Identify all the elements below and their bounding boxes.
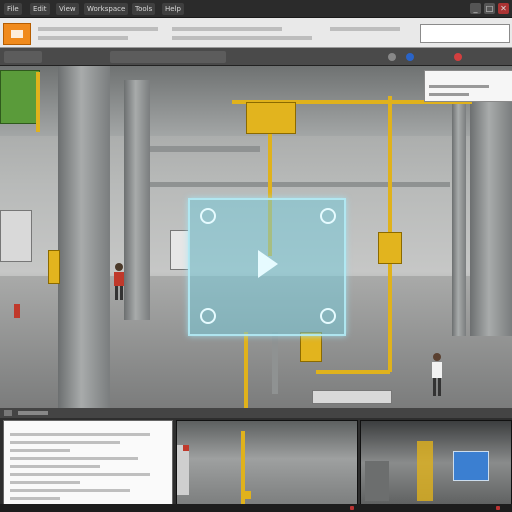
settings-icon[interactable] xyxy=(200,208,216,224)
minimize-icon[interactable]: _ xyxy=(470,3,481,14)
pipe xyxy=(272,332,278,394)
tab-bar xyxy=(0,48,512,66)
menu-bar: File Edit View Workspace Tools Help _ □ … xyxy=(0,0,512,18)
toolbar-field-line xyxy=(38,27,158,31)
tab-item[interactable] xyxy=(4,51,42,63)
text-line xyxy=(10,489,130,492)
panel-icon[interactable] xyxy=(4,410,12,416)
maximize-icon[interactable]: □ xyxy=(484,3,495,14)
menu-file[interactable]: File xyxy=(4,3,22,15)
worker-figure xyxy=(432,353,442,396)
yellow-marker xyxy=(245,491,251,499)
pillar xyxy=(58,66,110,408)
text-line xyxy=(10,457,138,460)
alert-icon[interactable] xyxy=(454,53,462,61)
yellow-valve-unit[interactable] xyxy=(246,102,296,134)
text-line xyxy=(10,497,60,500)
bottom-panel-header xyxy=(0,408,512,418)
toolbar-field-line xyxy=(330,27,400,31)
toolbar-field-line xyxy=(38,36,128,40)
toolbar-field-line xyxy=(172,27,282,31)
pillar xyxy=(124,80,150,320)
text-line xyxy=(10,449,70,452)
target-icon[interactable] xyxy=(320,208,336,224)
menu-tools[interactable]: Tools xyxy=(132,3,156,15)
text-line xyxy=(429,93,469,96)
alert-icon[interactable] xyxy=(350,506,354,510)
toolbar-field-line xyxy=(172,36,312,40)
yellow-pipe xyxy=(316,370,390,374)
yellow-pump[interactable] xyxy=(300,332,322,362)
status-footer xyxy=(0,504,512,512)
toolbar xyxy=(0,18,512,48)
bottom-panel xyxy=(0,408,512,512)
document-panel[interactable] xyxy=(3,420,173,506)
menu-edit[interactable]: Edit xyxy=(30,3,50,15)
tab-item[interactable] xyxy=(110,51,164,63)
text-line xyxy=(10,473,150,476)
app-logo-button[interactable] xyxy=(3,23,31,45)
tab-item[interactable] xyxy=(160,51,226,63)
menu-view[interactable]: View xyxy=(56,3,79,15)
info-icon[interactable] xyxy=(388,53,396,61)
pipe-fitting xyxy=(312,390,392,404)
pillar xyxy=(452,96,466,336)
yellow-control-box[interactable] xyxy=(378,232,402,264)
hologram-panel[interactable] xyxy=(188,198,346,336)
panel-title-line xyxy=(18,411,48,415)
menu-help[interactable]: Help xyxy=(162,3,184,15)
close-icon[interactable]: ✕ xyxy=(498,3,509,14)
pipe xyxy=(150,182,450,187)
yellow-machine xyxy=(417,441,433,501)
alert-icon xyxy=(183,445,189,451)
factory-camera-thumbnail[interactable] xyxy=(360,420,512,506)
check-icon[interactable] xyxy=(320,308,336,324)
green-machine xyxy=(0,70,40,124)
text-line xyxy=(10,481,80,484)
layer-icon[interactable] xyxy=(406,53,414,61)
text-line xyxy=(429,85,489,88)
monitor-screen xyxy=(453,451,489,481)
yellow-pipe xyxy=(36,72,40,132)
worker-figure xyxy=(114,263,124,300)
text-line xyxy=(10,441,120,444)
menu-workspace[interactable]: Workspace xyxy=(84,3,129,15)
settings-icon[interactable] xyxy=(200,308,216,324)
fire-extinguisher xyxy=(14,304,20,318)
text-line xyxy=(10,465,100,468)
search-input[interactable] xyxy=(420,24,510,43)
electrical-cabinet xyxy=(0,210,32,262)
cabinet xyxy=(177,445,189,495)
control-box xyxy=(170,230,190,270)
pipe xyxy=(150,146,260,152)
corridor-camera-thumbnail[interactable] xyxy=(176,420,358,506)
pillar xyxy=(470,86,512,336)
text-line xyxy=(10,433,150,436)
yellow-pipe xyxy=(244,332,248,408)
machinery xyxy=(365,461,389,501)
yellow-cylinder xyxy=(48,250,60,284)
play-icon[interactable] xyxy=(258,250,278,278)
overlay-info-panel[interactable] xyxy=(424,70,512,102)
app-icon xyxy=(11,30,23,38)
scene-viewport[interactable] xyxy=(0,66,512,408)
alert-icon[interactable] xyxy=(496,506,500,510)
